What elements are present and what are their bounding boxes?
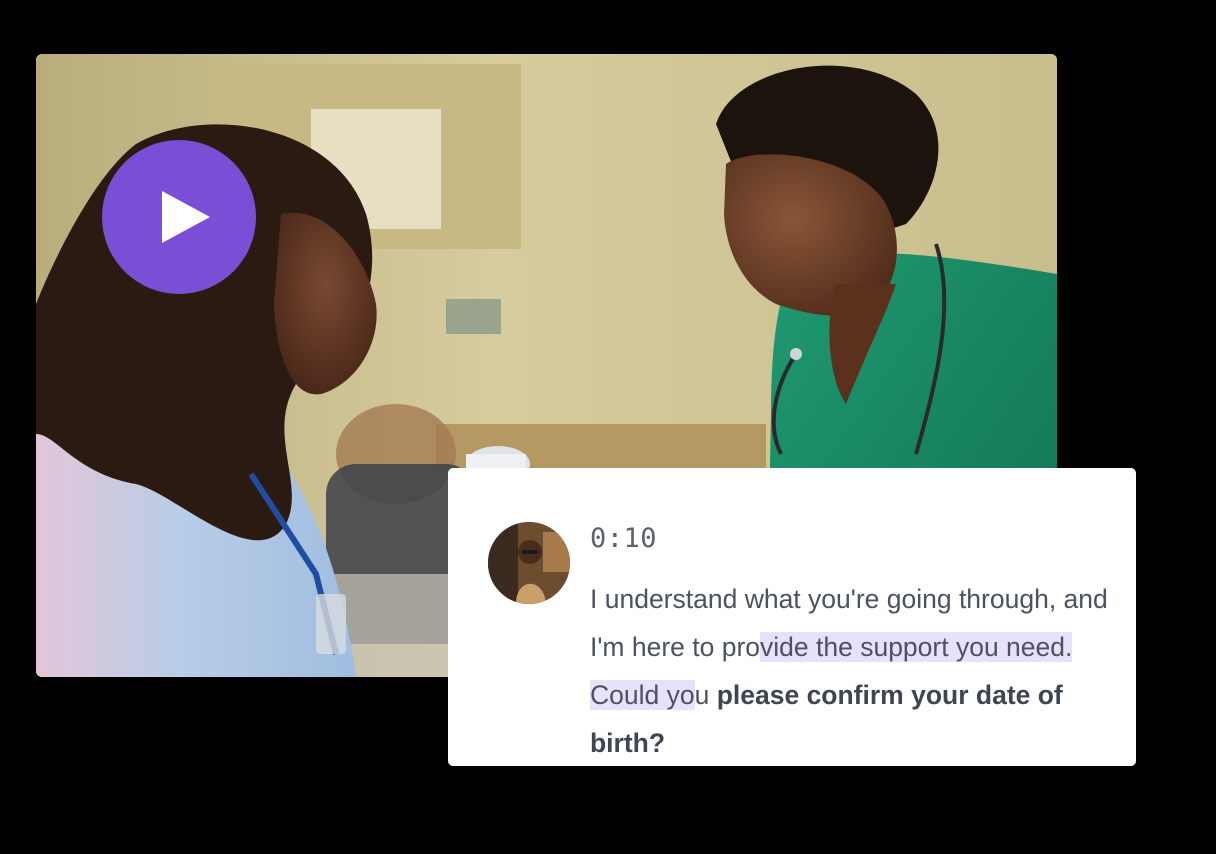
play-button[interactable] <box>102 140 256 294</box>
transcript-text: I understand what you're going through, … <box>590 575 1110 767</box>
transcript-card: 0:10 I understand what you're going thro… <box>448 468 1136 766</box>
play-icon <box>162 191 210 243</box>
avatar-image <box>488 522 570 604</box>
transcript-text-after-highlight: u <box>694 680 717 710</box>
transcript-timestamp: 0:10 <box>590 523 658 554</box>
speaker-avatar <box>488 522 570 604</box>
